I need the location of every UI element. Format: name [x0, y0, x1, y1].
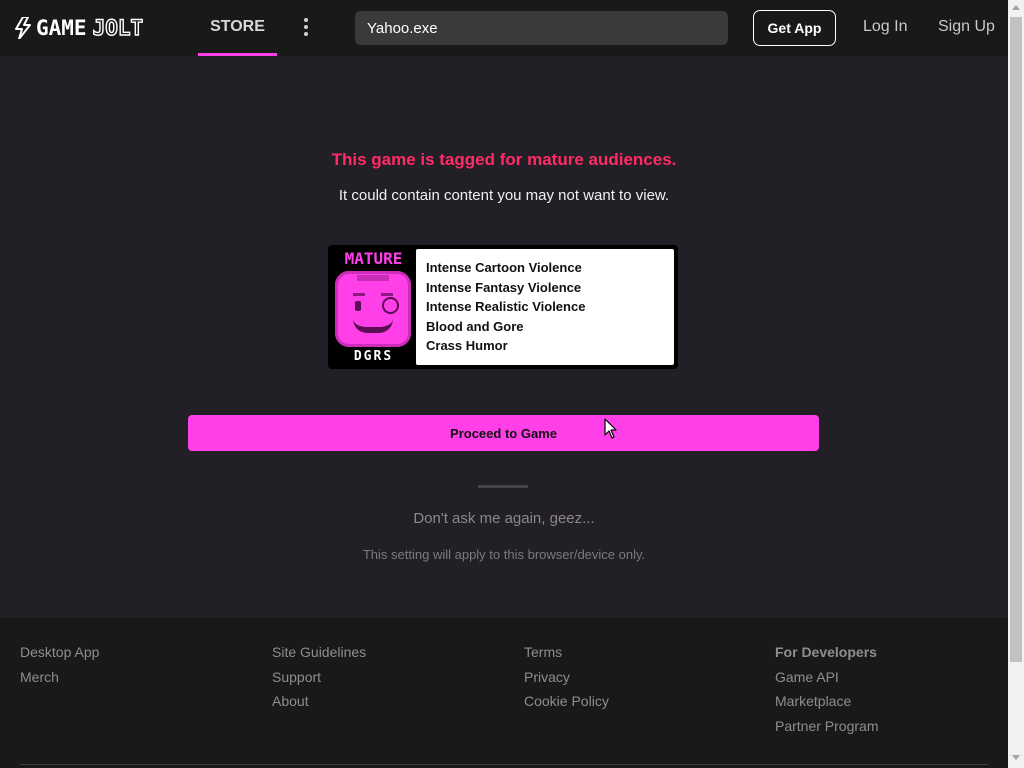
mature-warning-subtitle: It could contain content you may not wan… — [338, 187, 670, 204]
rating-badge-label: MATURE — [344, 249, 403, 268]
search-input[interactable] — [355, 11, 728, 45]
section-divider — [478, 485, 528, 488]
rating-descriptor-list: Intense Cartoon Violence Intense Fantasy… — [416, 249, 674, 365]
logo-text-jolt: JOLT — [92, 15, 144, 40]
proceed-to-game-button[interactable]: Proceed to Game — [188, 415, 819, 451]
signup-link[interactable]: Sign Up — [938, 18, 995, 36]
site-footer: Desktop App Merch Site Guidelines Suppor… — [0, 618, 1008, 768]
scroll-down-arrow-icon[interactable] — [1012, 755, 1020, 760]
rating-descriptor: Intense Cartoon Violence — [426, 260, 582, 275]
footer-link-privacy[interactable]: Privacy — [524, 665, 609, 690]
footer-link-desktop-app[interactable]: Desktop App — [20, 640, 99, 665]
footer-link-support[interactable]: Support — [272, 665, 366, 690]
page-scrollbar[interactable] — [1008, 0, 1024, 768]
footer-link-marketplace[interactable]: Marketplace — [775, 689, 878, 714]
get-app-button[interactable]: Get App — [753, 10, 836, 46]
mature-face-icon — [335, 271, 411, 347]
footer-link-game-api[interactable]: Game API — [775, 665, 878, 690]
mature-rating-badge: MATURE DGRS — [332, 249, 415, 365]
logo-text-game: GAME — [36, 16, 87, 40]
footer-link-site-guidelines[interactable]: Site Guidelines — [272, 640, 366, 665]
footer-link-partner-program[interactable]: Partner Program — [775, 714, 878, 739]
footer-link-terms[interactable]: Terms — [524, 640, 609, 665]
rating-descriptor: Blood and Gore — [426, 318, 524, 334]
footer-column-4: For Developers Game API Marketplace Part… — [775, 640, 878, 738]
mouse-pointer-icon — [604, 418, 617, 439]
mature-warning-title: This game is tagged for mature audiences… — [331, 150, 677, 169]
gamejolt-logo[interactable]: GAME JOLT — [14, 15, 144, 41]
lightning-bolt-icon — [15, 17, 31, 39]
footer-link-merch[interactable]: Merch — [20, 665, 99, 690]
footer-heading-for-developers: For Developers — [775, 644, 877, 660]
footer-link-cookie-policy[interactable]: Cookie Policy — [524, 689, 609, 714]
rating-descriptor: Intense Fantasy Violence — [426, 279, 582, 295]
footer-column-3: Terms Privacy Cookie Policy — [524, 640, 609, 714]
setting-scope-note: This setting will apply to this browser/… — [362, 547, 646, 562]
nav-store-tab[interactable]: STORE — [198, 0, 277, 56]
footer-column-1: Desktop App Merch — [20, 640, 99, 689]
scroll-up-arrow-icon[interactable] — [1012, 5, 1020, 10]
dont-ask-again-link[interactable]: Don't ask me again, geez... — [0, 510, 1008, 527]
login-link[interactable]: Log In — [863, 18, 907, 36]
vertical-dots-icon[interactable] — [296, 14, 316, 40]
footer-column-2: Site Guidelines Support About — [272, 640, 366, 714]
rating-system-label: DGRS — [353, 349, 394, 364]
rating-descriptor: Intense Realistic Violence — [426, 299, 586, 314]
content-rating-box: MATURE DGRS Intense Cartoon Violence Int… — [328, 245, 678, 369]
footer-divider — [20, 764, 988, 765]
scrollbar-thumb[interactable] — [1010, 17, 1022, 662]
top-navbar: GAME JOLT STORE Get App Log In Sign Up — [0, 0, 1008, 56]
rating-descriptor: Crass Humor — [426, 338, 508, 353]
footer-link-about[interactable]: About — [272, 689, 366, 714]
